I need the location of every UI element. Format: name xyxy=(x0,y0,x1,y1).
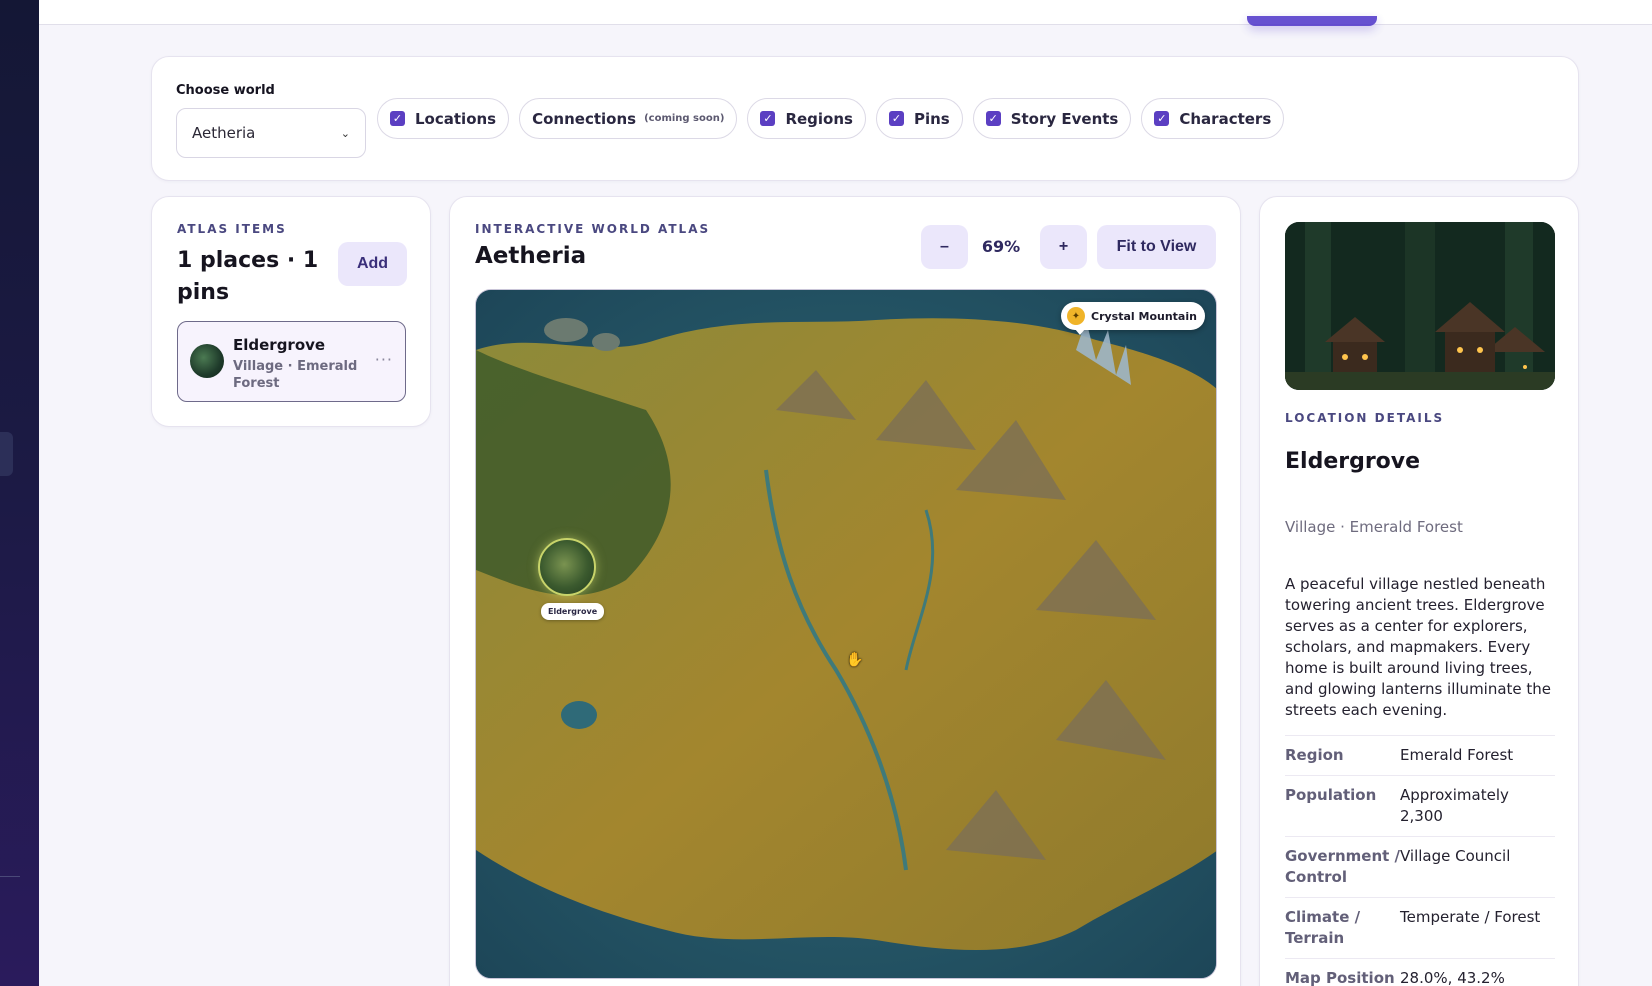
chevron-down-icon: ⌄ xyxy=(340,126,350,140)
map-canvas[interactable]: ✦ Crystal Mountain Eldergrove ✋ xyxy=(475,289,1217,979)
chip-locations[interactable]: ✓ Locations xyxy=(377,98,510,139)
chip-characters[interactable]: ✓ Characters xyxy=(1141,98,1285,139)
world-select-value: Aetheria xyxy=(192,124,256,142)
map-terrain xyxy=(476,290,1216,978)
atlas-eyebrow: INTERACTIVE WORLD ATLAS xyxy=(475,222,711,236)
chip-label: Regions xyxy=(785,109,853,128)
atlas-items-count: 1 places · 1 pins xyxy=(177,248,319,305)
more-options-icon[interactable]: ··· xyxy=(375,350,393,369)
property-row: Population Approximately 2,300 xyxy=(1285,775,1555,836)
sidebar-divider xyxy=(0,876,20,877)
location-marker-eldergrove[interactable] xyxy=(538,538,596,596)
layer-filter-chips: ✓ Locations Connections (coming soon) ✓ … xyxy=(377,98,1285,139)
location-thumbnail xyxy=(190,344,224,378)
chip-pins[interactable]: ✓ Pins xyxy=(875,98,963,139)
map-pin-label: Crystal Mountain xyxy=(1091,309,1197,323)
hand-cursor-icon: ✋ xyxy=(846,652,864,668)
checkbox-checked-icon[interactable]: ✓ xyxy=(390,111,405,126)
chip-story-events[interactable]: ✓ Story Events xyxy=(972,98,1132,139)
checkbox-checked-icon[interactable]: ✓ xyxy=(1154,111,1170,126)
chip-connections[interactable]: Connections (coming soon) xyxy=(519,98,738,139)
property-value: Approximately 2,300 xyxy=(1400,786,1509,825)
star-icon: ✦ xyxy=(1067,307,1085,325)
sidebar-active-tab[interactable] xyxy=(0,432,13,476)
atlas-items-card: ATLAS ITEMS 1 places · 1 pins Add Elderg… xyxy=(151,196,431,427)
location-details-card: LOCATION DETAILS Eldergrove Village · Em… xyxy=(1259,196,1579,986)
property-key: Population xyxy=(1285,786,1377,804)
chip-regions[interactable]: ✓ Regions xyxy=(747,98,866,139)
location-description: A peaceful village nestled beneath tower… xyxy=(1285,575,1552,719)
checkbox-checked-icon[interactable]: ✓ xyxy=(888,111,904,126)
coming-soon-note: (coming soon) xyxy=(644,113,725,124)
location-label[interactable]: Eldergrove xyxy=(541,603,605,620)
atlas-items-eyebrow: ATLAS ITEMS xyxy=(177,222,287,236)
location-properties: Region Emerald Forest Population Approxi… xyxy=(1285,735,1555,986)
location-title: Eldergrove xyxy=(1285,449,1421,474)
location-image xyxy=(1285,222,1555,390)
top-bar-button[interactable] xyxy=(1247,16,1377,26)
top-bar xyxy=(39,0,1652,26)
world-atlas-card: INTERACTIVE WORLD ATLAS Aetheria – 69% +… xyxy=(449,196,1241,986)
fit-to-view-button[interactable]: Fit to View xyxy=(1097,225,1216,269)
property-row: Government / Control Village Council xyxy=(1285,836,1555,897)
forest-village-illustration xyxy=(1285,222,1555,390)
list-item[interactable]: Eldergrove Village · Emerald Forest ··· xyxy=(177,321,406,402)
property-row: Map Position 28.0%, 43.2% xyxy=(1285,958,1555,986)
zoom-out-button[interactable]: – xyxy=(921,225,968,269)
checkbox-checked-icon[interactable]: ✓ xyxy=(760,111,776,126)
property-value: Village Council xyxy=(1400,847,1511,865)
zoom-level: 69% xyxy=(981,237,1021,256)
property-value: Emerald Forest xyxy=(1400,746,1514,764)
map-title: Aetheria xyxy=(475,243,587,269)
property-row: Climate / Terrain Temperate / Forest xyxy=(1285,897,1555,958)
map-pin-crystal-mountain[interactable]: ✦ Crystal Mountain xyxy=(1061,302,1205,335)
property-key: Government / Control xyxy=(1285,847,1400,886)
chip-label: Story Events xyxy=(1010,109,1119,128)
world-select[interactable]: Aetheria ⌄ xyxy=(176,108,366,158)
chip-label: Pins xyxy=(913,109,950,128)
list-item-name: Eldergrove xyxy=(233,336,326,354)
details-eyebrow: LOCATION DETAILS xyxy=(1285,411,1445,425)
checkbox-checked-icon[interactable]: ✓ xyxy=(985,111,1001,126)
list-item-subtitle: Village · Emerald Forest xyxy=(233,359,358,391)
zoom-in-button[interactable]: + xyxy=(1040,225,1087,269)
property-key: Climate / Terrain xyxy=(1285,908,1361,947)
location-subtitle: Village · Emerald Forest xyxy=(1285,518,1463,536)
property-key: Region xyxy=(1285,746,1344,764)
world-filter-card: Choose world Aetheria ⌄ ✓ Locations Conn… xyxy=(151,56,1579,181)
chip-label: Characters xyxy=(1179,109,1272,128)
property-value: 28.0%, 43.2% xyxy=(1400,969,1505,986)
property-value: Temperate / Forest xyxy=(1400,908,1541,926)
choose-world-label: Choose world xyxy=(176,83,275,98)
chip-label: Locations xyxy=(415,109,497,128)
chip-label: Connections xyxy=(532,109,637,128)
property-key: Map Position xyxy=(1285,969,1395,986)
property-row: Region Emerald Forest xyxy=(1285,735,1555,775)
add-item-button[interactable]: Add xyxy=(338,242,407,286)
left-sidebar xyxy=(0,0,39,986)
